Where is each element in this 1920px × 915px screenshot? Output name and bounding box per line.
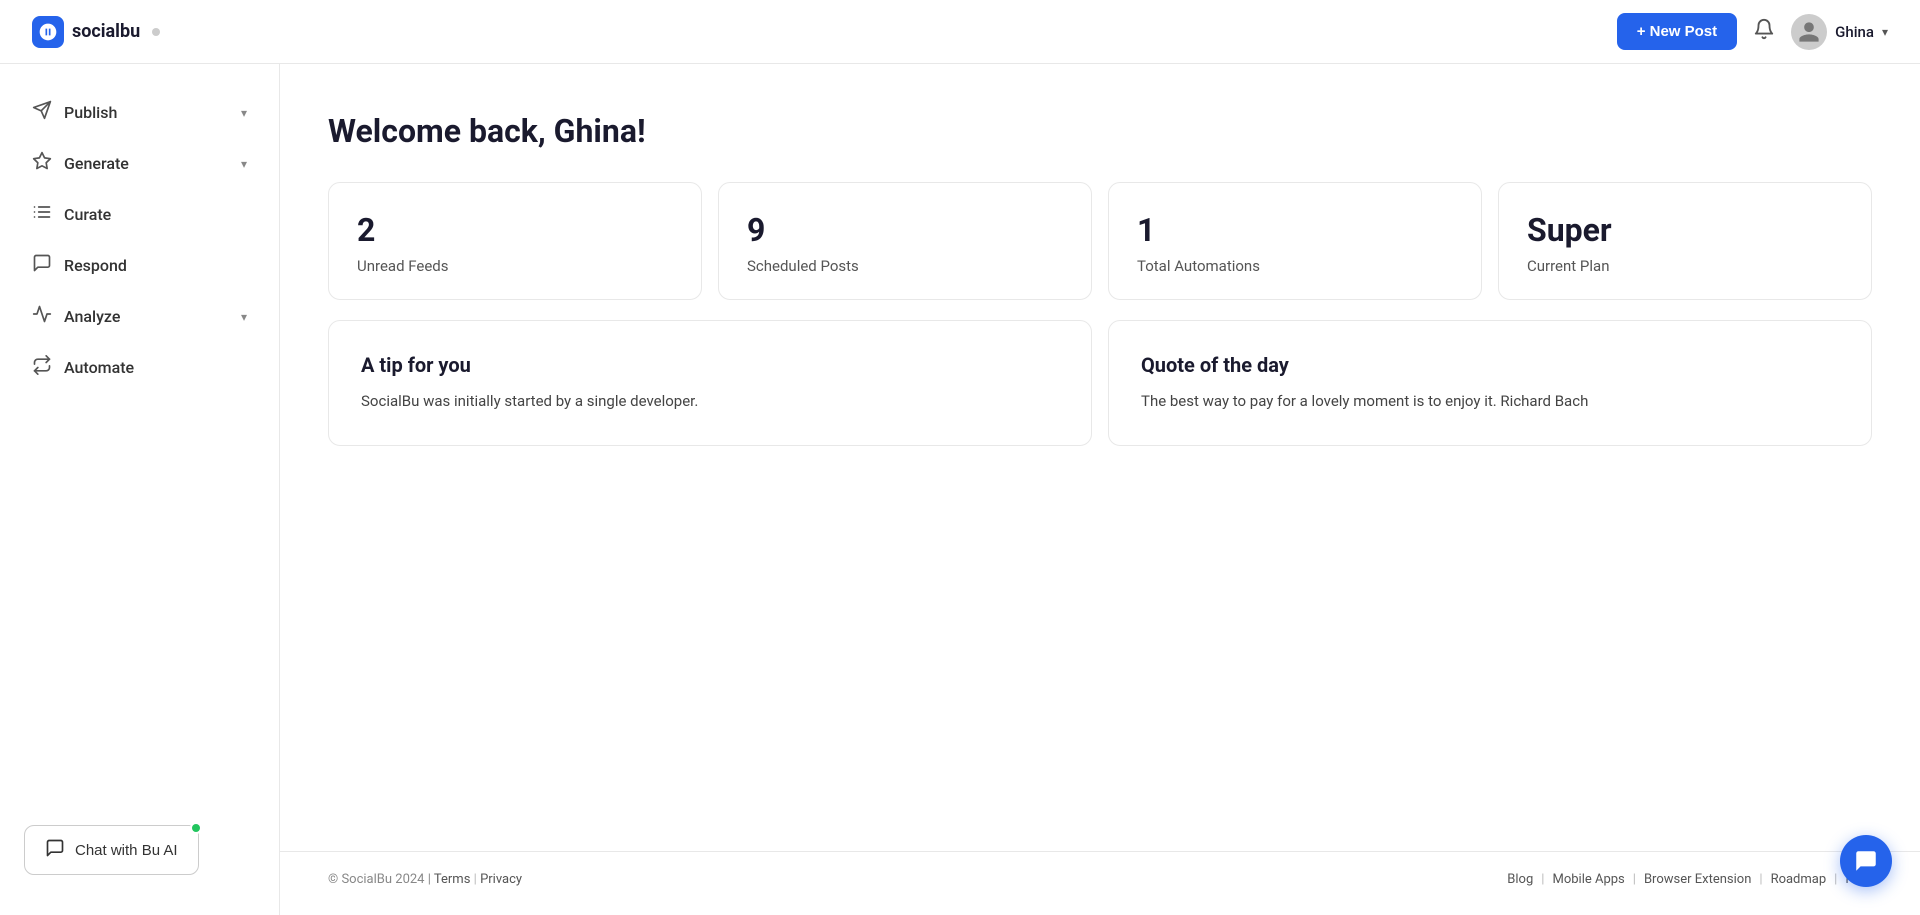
- welcome-title: Welcome back, Ghina!: [328, 112, 1872, 150]
- stats-row: 2 Unread Feeds 9 Scheduled Posts 1 Total…: [328, 182, 1872, 300]
- logo-svg: [38, 22, 58, 42]
- sidebar-item-analyze[interactable]: Analyze ▾: [8, 292, 271, 341]
- footer-roadmap-link[interactable]: Roadmap: [1771, 872, 1827, 887]
- sidebar-label-publish: Publish: [64, 103, 117, 122]
- avatar: [1791, 14, 1827, 50]
- list-icon: [32, 202, 52, 227]
- username-label: Ghina: [1835, 23, 1874, 41]
- float-chat-icon: [1853, 848, 1879, 874]
- sidebar-item-respond-left: Respond: [32, 253, 127, 278]
- footer-sep-2: |: [1541, 872, 1544, 887]
- logo-text: socialbu: [72, 21, 140, 42]
- unread-feeds-label: Unread Feeds: [357, 257, 673, 275]
- sidebar-label-respond: Respond: [64, 256, 127, 275]
- star-icon: [32, 151, 52, 176]
- footer-right: Blog | Mobile Apps | Browser Extension |…: [1507, 872, 1872, 887]
- stat-card-total-automations: 1 Total Automations: [1108, 182, 1482, 300]
- logo-status-dot: [152, 28, 160, 36]
- sidebar-item-publish[interactable]: Publish ▾: [8, 88, 271, 137]
- sidebar-item-generate[interactable]: Generate ▾: [8, 139, 271, 188]
- sidebar-item-curate[interactable]: Curate: [8, 190, 271, 239]
- chat-icon: [45, 838, 65, 862]
- generate-chevron: ▾: [241, 157, 247, 171]
- sidebar-label-automate: Automate: [64, 358, 134, 377]
- sidebar-label-curate: Curate: [64, 205, 111, 224]
- current-plan-label: Current Plan: [1527, 257, 1843, 275]
- footer-sep-5: |: [1834, 872, 1837, 887]
- sidebar: Publish ▾ Generate ▾: [0, 64, 280, 915]
- sidebar-label-analyze: Analyze: [64, 307, 120, 326]
- bell-icon[interactable]: [1753, 18, 1775, 45]
- analyze-chevron: ▾: [241, 310, 247, 324]
- sidebar-item-automate[interactable]: Automate: [8, 343, 271, 392]
- chart-icon: [32, 304, 52, 329]
- quote-text: The best way to pay for a lovely moment …: [1141, 389, 1839, 413]
- avatar-icon: [1797, 20, 1821, 44]
- footer-sep-4: |: [1759, 872, 1762, 887]
- avatar-area[interactable]: Ghina ▾: [1791, 14, 1888, 50]
- tip-title: A tip for you: [361, 353, 1059, 377]
- sidebar-item-publish-left: Publish: [32, 100, 117, 125]
- header: socialbu + New Post Ghina ▾: [0, 0, 1920, 64]
- footer-mobile-apps-link[interactable]: Mobile Apps: [1552, 872, 1624, 887]
- quote-title: Quote of the day: [1141, 353, 1839, 377]
- current-plan-value: Super: [1527, 211, 1843, 249]
- footer: © SocialBu 2024 | Terms | Privacy Blog |…: [280, 851, 1920, 907]
- footer-browser-extension-link[interactable]: Browser Extension: [1644, 872, 1751, 887]
- footer-blog-link[interactable]: Blog: [1507, 872, 1533, 887]
- publish-chevron: ▾: [241, 106, 247, 120]
- refresh-icon: [32, 355, 52, 380]
- total-automations-number: 1: [1137, 211, 1453, 249]
- footer-sep-3: |: [1633, 872, 1636, 887]
- sidebar-item-generate-left: Generate: [32, 151, 129, 176]
- layout: Publish ▾ Generate ▾: [0, 0, 1920, 851]
- chat-btn-area: Chat with Bu AI: [0, 809, 279, 891]
- sidebar-item-analyze-left: Analyze: [32, 304, 120, 329]
- quote-card: Quote of the day The best way to pay for…: [1108, 320, 1872, 446]
- sidebar-item-curate-left: Curate: [32, 202, 111, 227]
- scheduled-posts-label: Scheduled Posts: [747, 257, 1063, 275]
- sidebar-item-automate-left: Automate: [32, 355, 134, 380]
- sidebar-label-generate: Generate: [64, 154, 129, 173]
- footer-left: © SocialBu 2024 | Terms | Privacy: [328, 872, 522, 887]
- info-row: A tip for you SocialBu was initially sta…: [328, 320, 1872, 446]
- chat-online-dot: [190, 822, 202, 834]
- tip-text: SocialBu was initially started by a sing…: [361, 389, 1059, 413]
- new-post-button[interactable]: + New Post: [1617, 13, 1737, 50]
- message-icon: [32, 253, 52, 278]
- tip-card: A tip for you SocialBu was initially sta…: [328, 320, 1092, 446]
- chat-btn-label: Chat with Bu AI: [75, 842, 178, 859]
- stat-card-current-plan: Super Current Plan: [1498, 182, 1872, 300]
- sidebar-nav: Publish ▾ Generate ▾: [0, 88, 279, 392]
- stat-card-scheduled-posts: 9 Scheduled Posts: [718, 182, 1092, 300]
- stat-card-unread-feeds: 2 Unread Feeds: [328, 182, 702, 300]
- user-menu-chevron: ▾: [1882, 25, 1888, 39]
- footer-terms-link[interactable]: Terms: [434, 872, 471, 887]
- send-icon: [32, 100, 52, 125]
- header-right: + New Post Ghina ▾: [1617, 13, 1888, 50]
- copyright-text: © SocialBu 2024 |: [328, 872, 431, 887]
- logo-area: socialbu: [32, 16, 160, 48]
- main-content: Welcome back, Ghina! 2 Unread Feeds 9 Sc…: [280, 64, 1920, 851]
- unread-feeds-number: 2: [357, 211, 673, 249]
- scheduled-posts-number: 9: [747, 211, 1063, 249]
- total-automations-label: Total Automations: [1137, 257, 1453, 275]
- logo-icon: [32, 16, 64, 48]
- footer-privacy-link[interactable]: Privacy: [480, 872, 522, 887]
- float-chat-button[interactable]: [1840, 835, 1892, 887]
- sidebar-item-respond[interactable]: Respond: [8, 241, 271, 290]
- chat-with-bu-ai-button[interactable]: Chat with Bu AI: [24, 825, 199, 875]
